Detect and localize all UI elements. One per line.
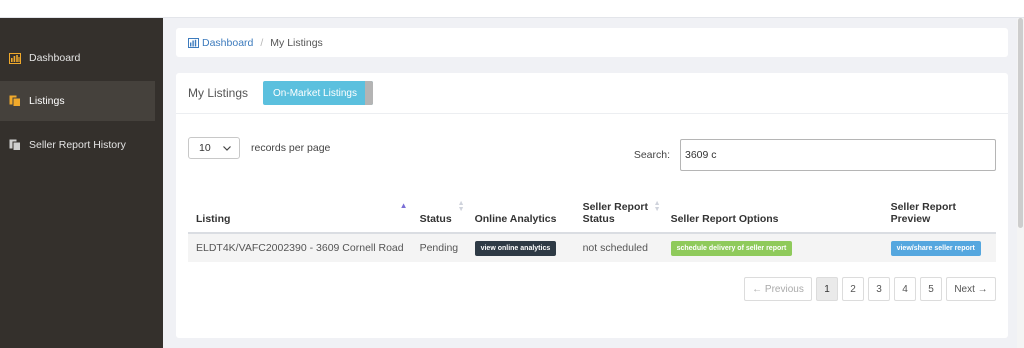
- view-share-report-button[interactable]: view/share seller report: [890, 240, 981, 256]
- pagination: ← Previous 1 2 3 4 5 Next →: [740, 277, 996, 301]
- bar-chart-icon: [188, 37, 199, 48]
- records-per-page-value: 10: [199, 142, 211, 154]
- sidebar-item-label: Dashboard: [29, 52, 81, 64]
- column-header-seller-report-status[interactable]: Seller Report Status ▲ ▼: [574, 189, 663, 234]
- column-header-online-analytics[interactable]: Online Analytics: [466, 189, 575, 234]
- sort-icon: ▲ ▼: [653, 200, 661, 213]
- pagination-page-2[interactable]: 2: [842, 277, 864, 301]
- chevron-down-icon: [223, 142, 231, 154]
- breadcrumb-dashboard-link[interactable]: Dashboard: [188, 37, 253, 49]
- breadcrumb: Dashboard / My Listings: [176, 28, 1008, 57]
- top-bar: [0, 0, 1024, 18]
- copy-icon: [9, 139, 21, 151]
- page-title: My Listings: [188, 86, 249, 100]
- cell-listing: ELDT4K/VAFC2002390 - 3609 Cornell Road: [188, 233, 412, 262]
- sort-icon: ▲ ▼: [457, 200, 465, 213]
- cell-report-status: not scheduled: [574, 233, 663, 262]
- sidebar-item-seller-report-history[interactable]: Seller Report History: [0, 125, 155, 165]
- pagination-page-3[interactable]: 3: [868, 277, 890, 301]
- view-online-analytics-button[interactable]: view online analytics: [474, 240, 557, 256]
- pagination-page-1[interactable]: 1: [816, 277, 838, 301]
- pagination-previous[interactable]: ← Previous: [744, 277, 812, 301]
- search-label: Search:: [633, 149, 670, 161]
- sidebar: Dashboard Listings Seller Report History: [0, 18, 163, 348]
- records-per-page-label: records per page: [251, 142, 331, 154]
- search-group: Search:: [634, 139, 996, 171]
- tab-label: On-Market Listings: [273, 87, 357, 99]
- records-per-page: 10 records per page: [188, 137, 330, 159]
- bar-chart-icon: [9, 52, 21, 64]
- column-header-listing[interactable]: Listing ▲: [188, 189, 412, 234]
- copy-icon: [9, 95, 21, 107]
- column-header-seller-report-preview[interactable]: Seller Report Preview: [882, 189, 996, 234]
- records-per-page-select[interactable]: 10: [188, 137, 240, 159]
- search-input[interactable]: [680, 139, 996, 171]
- pagination-page-4[interactable]: 4: [894, 277, 916, 301]
- table-row: ELDT4K/VAFC2002390 - 3609 Cornell Road P…: [188, 233, 996, 262]
- sidebar-item-label: Seller Report History: [29, 139, 126, 151]
- column-header-seller-report-options[interactable]: Seller Report Options: [662, 189, 883, 234]
- schedule-delivery-button[interactable]: schedule delivery of seller report: [670, 240, 793, 256]
- scrollbar-thumb[interactable]: [1018, 18, 1023, 228]
- cell-online-analytics: view online analytics: [466, 233, 575, 262]
- sidebar-item-dashboard[interactable]: Dashboard: [0, 38, 155, 78]
- listings-table: Listing ▲ Status ▲ ▼ Online Analytics Sel…: [188, 189, 996, 262]
- cell-report-options: schedule delivery of seller report: [662, 233, 883, 262]
- pagination-next[interactable]: Next →: [946, 277, 996, 301]
- cell-status: Pending: [411, 233, 467, 262]
- pagination-page-5[interactable]: 5: [920, 277, 942, 301]
- sidebar-item-listings[interactable]: Listings: [0, 81, 155, 121]
- breadcrumb-current: My Listings: [270, 36, 323, 49]
- listings-card: My Listings On-Market Listings 10 record…: [176, 73, 1008, 338]
- card-header: My Listings On-Market Listings: [176, 73, 1008, 114]
- sort-asc-icon: ▲: [399, 201, 408, 210]
- column-header-status[interactable]: Status ▲ ▼: [411, 189, 467, 234]
- cell-report-preview: view/share seller report: [882, 233, 996, 262]
- table-header-row: Listing ▲ Status ▲ ▼ Online Analytics Sel…: [188, 189, 996, 234]
- page-scrollbar[interactable]: [1017, 18, 1024, 348]
- breadcrumb-dashboard-label: Dashboard: [202, 36, 254, 49]
- breadcrumb-separator: /: [260, 36, 264, 49]
- tab-on-market-listings[interactable]: On-Market Listings: [263, 81, 373, 105]
- sidebar-item-label: Listings: [29, 95, 65, 107]
